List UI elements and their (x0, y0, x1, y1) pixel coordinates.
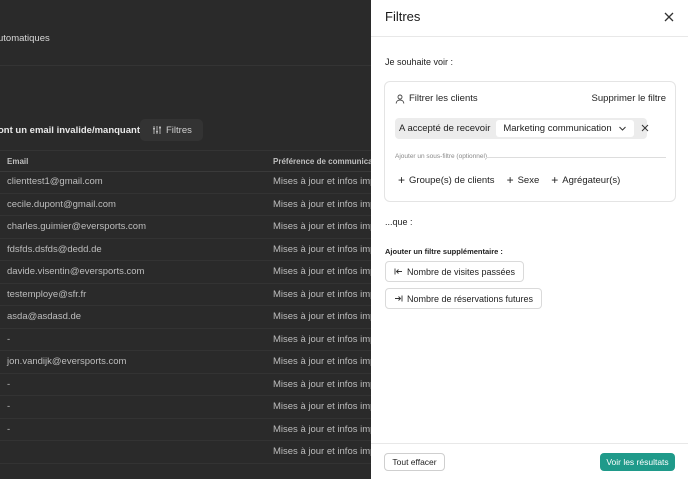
add-option-label: Groupe(s) de clients (409, 174, 495, 186)
future-bookings-filter-button[interactable]: Nombre de réservations futures (385, 288, 543, 309)
table-row[interactable]: - Mises à jour et infos impo (0, 374, 371, 396)
table-row[interactable]: - Mises à jour et infos impo (0, 396, 371, 419)
preference-cell: Mises à jour et infos impo (273, 311, 371, 322)
table-row[interactable]: - Mises à jour et infos impo (0, 419, 371, 441)
sub-filter-options: + Groupe(s) de clients + Sexe + Agrégateur(… (398, 174, 620, 186)
add-client-groups-button[interactable]: + Groupe(s) de clients (398, 174, 495, 186)
column-header-preference: Préférence de communicatio (273, 157, 371, 166)
email-cell: fdsfds.dsfds@dedd.de (7, 243, 102, 255)
email-cell: charles.guimier@eversports.com (7, 221, 146, 232)
past-visits-label: Nombre de visites passées (407, 266, 516, 277)
background-header: utomatiques (0, 0, 371, 66)
preference-cell: Mises à jour et infos impo (273, 401, 371, 412)
background-section-title: ont un email invalide/manquant) (0, 125, 144, 136)
add-gender-button[interactable]: + Sexe (507, 174, 540, 186)
extra-filter-title: Ajouter un filtre supplémentaire : (385, 247, 503, 256)
show-results-button[interactable]: Voir les résultats (600, 453, 675, 471)
drawer-header: Filtres (371, 0, 688, 37)
column-header-email: Email (7, 157, 29, 166)
table-row[interactable]: asda@asdasd.de Mises à jour et infos impo (0, 306, 371, 329)
table-row[interactable]: testemploye@sfr.fr Mises à jour et infos … (0, 284, 371, 306)
preference-cell: Mises à jour et infos impo (273, 266, 371, 277)
arrow-left-bar-icon (394, 268, 402, 275)
condition-select-value: Marketing communication (503, 123, 612, 134)
email-cell: cecile.dupont@gmail.com (7, 198, 116, 210)
preference-cell: Mises à jour et infos impo (273, 243, 371, 255)
preference-cell: Mises à jour et infos impo (273, 446, 371, 457)
remove-condition-icon[interactable] (640, 123, 650, 133)
table-row[interactable]: jon.vandijk@eversports.com Mises à jour e… (0, 351, 371, 374)
email-cell: asda@asdasd.de (7, 311, 82, 322)
future-bookings-label: Nombre de réservations futures (407, 293, 534, 304)
background-filter-label: Filtres (166, 124, 192, 136)
condition-label: A accepté de recevoir (399, 123, 491, 134)
sliders-icon (153, 126, 161, 134)
table-row[interactable]: clienttest1@gmail.com Mises à jour et inf… (0, 171, 371, 194)
background-filter-button[interactable]: Filtres (140, 119, 203, 141)
sub-filter-divider (486, 157, 666, 158)
table-row[interactable]: - Mises à jour et infos impo (0, 329, 371, 351)
sub-filter-label: Ajouter un sous-filtre (optionnel) (395, 153, 488, 160)
preference-cell: Mises à jour et infos impo (273, 176, 371, 187)
table-row[interactable]: davide.visentin@eversports.com Mises à jo… (0, 261, 371, 284)
table-row[interactable]: Mises à jour et infos impo (0, 441, 371, 464)
email-cell: clienttest1@gmail.com (7, 176, 103, 187)
email-cell: testemploye@sfr.fr (7, 288, 87, 300)
email-cell: - (7, 333, 11, 345)
intro-text: Je souhaite voir : (385, 57, 454, 67)
background-header-title: utomatiques (0, 33, 50, 44)
preference-cell: Mises à jour et infos impo (273, 288, 371, 300)
background-page: utomatiques ont un email invalide/manqua… (0, 0, 371, 479)
drawer-title: Filtres (385, 9, 421, 24)
preference-cell: Mises à jour et infos impo (273, 356, 371, 367)
preference-cell: Mises à jour et infos impo (273, 333, 371, 345)
remove-filter-link[interactable]: Supprimer le filtre (592, 93, 666, 104)
email-cell: - (7, 401, 11, 412)
table-row[interactable]: charles.guimier@eversports.com Mises à jo… (0, 216, 371, 239)
preference-cell: Mises à jour et infos impo (273, 378, 371, 390)
arrow-right-bar-icon (395, 295, 403, 302)
table-row[interactable]: fdsfds.dsfds@dedd.de Mises à jour et info… (0, 239, 371, 261)
add-option-label: Agrégateur(s) (562, 174, 621, 186)
preference-cell: Mises à jour et infos impo (273, 423, 371, 435)
email-cell: davide.visentin@eversports.com (7, 266, 145, 277)
table-row[interactable]: cecile.dupont@gmail.com Mises à jour et i… (0, 194, 371, 216)
drawer-footer: Tout effacer Voir les résultats (371, 443, 688, 479)
plus-icon: + (551, 173, 559, 187)
client-filter-label: Filtrer les clients (409, 93, 478, 104)
close-icon[interactable] (662, 10, 676, 24)
plus-icon: + (506, 173, 514, 187)
que-label: ...que : (385, 217, 413, 227)
background-table-header: Email Préférence de communicatio (0, 150, 371, 172)
condition-select[interactable]: Marketing communication (496, 120, 634, 137)
add-option-label: Sexe (517, 174, 540, 186)
chevron-down-icon (618, 126, 626, 131)
add-aggregators-button[interactable]: + Agrégateur(s) (551, 174, 620, 186)
plus-icon: + (398, 173, 406, 187)
client-filter-card: Filtrer les clients Supprimer le filtre … (384, 81, 676, 202)
email-cell: jon.vandijk@eversports.com (7, 356, 127, 367)
clear-all-button[interactable]: Tout effacer (384, 453, 445, 471)
past-visits-filter-button[interactable]: Nombre de visites passées (385, 261, 525, 282)
filter-drawer: Filtres Je souhaite voir : Filtrer les c… (371, 0, 688, 479)
email-cell: - (7, 378, 11, 390)
preference-cell: Mises à jour et infos impo (273, 198, 371, 210)
email-cell: - (7, 423, 11, 435)
preference-cell: Mises à jour et infos impo (273, 221, 371, 232)
filter-condition-row: A accepté de recevoir Marketing communic… (395, 118, 647, 139)
user-icon (395, 94, 405, 104)
